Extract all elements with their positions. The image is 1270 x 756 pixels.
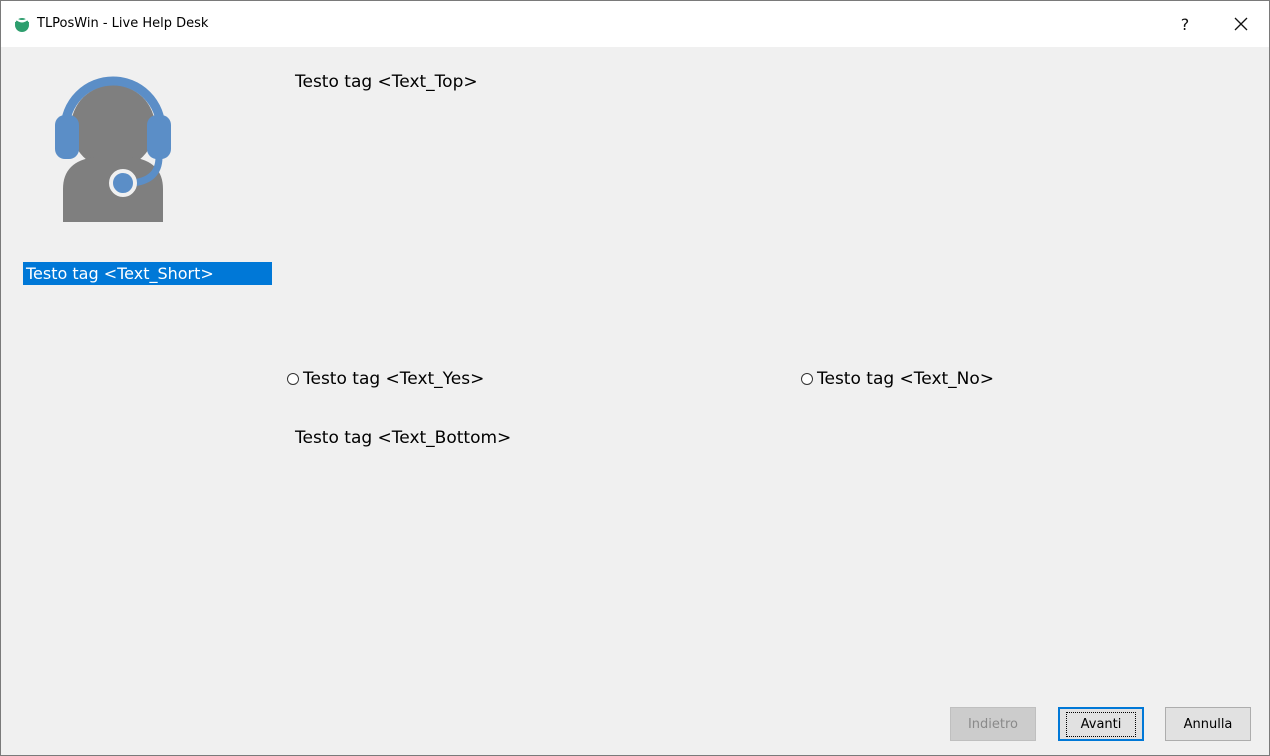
radio-yes-circle[interactable] — [287, 373, 299, 385]
cancel-button[interactable]: Annulla — [1165, 707, 1251, 741]
text-top: Testo tag <Text_Top> — [295, 72, 478, 92]
next-button-label: Avanti — [1065, 711, 1137, 737]
app-logo-icon — [15, 17, 29, 32]
window-title: TLPosWin - Live Help Desk — [37, 16, 209, 31]
radio-no-circle[interactable] — [801, 373, 813, 385]
support-agent-icon — [55, 76, 171, 222]
help-button[interactable]: ? — [1157, 1, 1213, 47]
radio-no-option[interactable]: Testo tag <Text_No> — [801, 368, 994, 390]
dialog-content: Testo tag <Text_Top> Testo tag <Text_Sho… — [1, 47, 1269, 755]
close-button[interactable] — [1213, 1, 1269, 47]
text-bottom: Testo tag <Text_Bottom> — [295, 428, 512, 448]
radio-no-label: Testo tag <Text_No> — [817, 369, 995, 389]
radio-yes-label: Testo tag <Text_Yes> — [303, 369, 485, 389]
back-button[interactable]: Indietro — [950, 707, 1036, 741]
close-icon — [1234, 17, 1248, 31]
radio-yes-option[interactable]: Testo tag <Text_Yes> — [287, 368, 484, 390]
dialog-window: TLPosWin - Live Help Desk ? Testo tag <T… — [0, 0, 1270, 756]
text-short-selected[interactable]: Testo tag <Text_Short> — [23, 262, 272, 285]
next-button[interactable]: Avanti — [1058, 707, 1144, 741]
title-bar: TLPosWin - Live Help Desk ? — [1, 1, 1269, 47]
